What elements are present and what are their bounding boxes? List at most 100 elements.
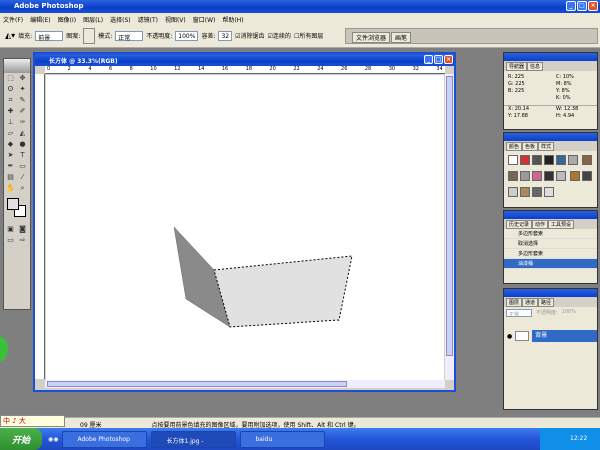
task-image[interactable]: 长方体1.jpg - bbox=[151, 430, 237, 448]
move-tool-icon[interactable]: ✥ bbox=[17, 74, 28, 84]
style-swatch[interactable] bbox=[508, 171, 518, 181]
tolerance-input[interactable]: 32 bbox=[218, 30, 233, 41]
layer-name[interactable]: 背景 bbox=[532, 330, 597, 342]
style-swatch[interactable] bbox=[520, 171, 530, 181]
vertical-scrollbar[interactable] bbox=[445, 74, 454, 380]
tab-paths[interactable]: 路径 bbox=[538, 298, 555, 307]
quick-launch-icon[interactable]: ◉◉ bbox=[48, 436, 58, 443]
tab-tool-presets[interactable]: 工具预设 bbox=[548, 220, 575, 229]
tab-styles[interactable]: 样式 bbox=[538, 142, 555, 151]
style-swatch[interactable] bbox=[556, 155, 566, 165]
all-layers-checkbox[interactable]: ☐所有图层 bbox=[294, 31, 323, 40]
fill-select[interactable]: 前景 bbox=[35, 30, 64, 42]
slice-tool-icon[interactable]: ✎ bbox=[17, 96, 28, 106]
mode-select[interactable]: 正常 bbox=[115, 30, 144, 42]
style-swatch[interactable] bbox=[556, 171, 566, 181]
layer-row[interactable]: ● 背景 bbox=[504, 329, 597, 343]
task-baidu[interactable]: baidu bbox=[240, 430, 326, 448]
tab-actions[interactable]: 动作 bbox=[532, 220, 549, 229]
tab-file-browser[interactable]: 文件浏览器 bbox=[352, 32, 391, 43]
history-item[interactable]: 取消选择 bbox=[504, 239, 597, 249]
close-button[interactable]: × bbox=[588, 1, 598, 11]
doc-close-button[interactable]: × bbox=[444, 55, 453, 64]
menu-select[interactable]: 选择(S) bbox=[110, 15, 131, 24]
dodge-tool-icon[interactable]: ● bbox=[17, 140, 28, 150]
minimize-button[interactable]: _ bbox=[566, 1, 576, 11]
style-swatch[interactable] bbox=[544, 155, 554, 165]
quickmask-mode-icon[interactable]: ◙ bbox=[17, 225, 28, 235]
pen-tool-icon[interactable]: ✒ bbox=[5, 162, 16, 172]
crop-tool-icon[interactable]: ⌗ bbox=[5, 96, 16, 106]
lasso-tool-icon[interactable]: ʘ bbox=[5, 85, 16, 95]
tab-swatches[interactable]: 色板 bbox=[522, 142, 539, 151]
menu-file[interactable]: 文件(F) bbox=[3, 15, 23, 24]
tab-channels[interactable]: 通道 bbox=[522, 298, 539, 307]
opacity-input[interactable]: 100% bbox=[175, 30, 199, 41]
menu-view[interactable]: 视图(V) bbox=[165, 15, 186, 24]
notes-tool-icon[interactable]: ▤ bbox=[5, 173, 16, 183]
style-swatch[interactable] bbox=[532, 187, 542, 197]
menu-window[interactable]: 窗口(W) bbox=[193, 15, 216, 24]
antialias-checkbox[interactable]: ☑消除锯齿 bbox=[235, 31, 264, 40]
marquee-tool-icon[interactable]: ⬚ bbox=[5, 74, 16, 84]
standard-mode-icon[interactable]: ▣ bbox=[5, 225, 16, 235]
style-swatch[interactable] bbox=[532, 171, 542, 181]
history-brush-icon[interactable]: ✑ bbox=[17, 118, 28, 128]
contiguous-checkbox[interactable]: ☑连续的 bbox=[268, 31, 291, 40]
menu-filter[interactable]: 滤镜(T) bbox=[138, 15, 158, 24]
style-swatch[interactable] bbox=[569, 171, 580, 181]
paint-bucket-icon[interactable]: ◭▾ bbox=[5, 31, 15, 40]
style-swatch[interactable] bbox=[581, 155, 592, 165]
style-swatch[interactable] bbox=[520, 155, 530, 165]
blur-tool-icon[interactable]: ◆ bbox=[5, 140, 16, 150]
layer-opacity[interactable]: 100% bbox=[562, 309, 576, 317]
ime-bar[interactable]: 中 ♪ 大 bbox=[0, 415, 65, 427]
tab-brushes[interactable]: 画笔 bbox=[391, 32, 412, 43]
menu-edit[interactable]: 编辑(E) bbox=[30, 15, 50, 24]
horizontal-scrollbar[interactable] bbox=[45, 380, 445, 388]
style-swatch[interactable] bbox=[508, 155, 518, 165]
path-select-icon[interactable]: ➤ bbox=[5, 151, 16, 161]
task-photoshop[interactable]: Adobe Photoshop bbox=[62, 430, 148, 448]
foreground-color[interactable] bbox=[7, 198, 19, 210]
menu-help[interactable]: 帮助(H) bbox=[222, 15, 243, 24]
stamp-tool-icon[interactable]: ⊥ bbox=[5, 118, 16, 128]
history-item-active[interactable]: 油漆桶 bbox=[504, 259, 597, 269]
tab-layers[interactable]: 图层 bbox=[506, 298, 523, 307]
tab-info[interactable]: 信息 bbox=[527, 62, 544, 71]
maximize-button[interactable]: □ bbox=[577, 1, 587, 11]
doc-minimize-button[interactable]: _ bbox=[424, 55, 433, 64]
jump-to-imageready-icon[interactable]: ⇨ bbox=[17, 236, 28, 246]
hand-tool-icon[interactable]: ✋ bbox=[5, 184, 16, 194]
menu-image[interactable]: 图像(I) bbox=[58, 15, 76, 24]
style-swatch[interactable] bbox=[581, 171, 592, 181]
tab-color[interactable]: 颜色 bbox=[506, 142, 523, 151]
style-swatch[interactable] bbox=[544, 187, 554, 197]
brush-tool-icon[interactable]: ✐ bbox=[17, 107, 28, 117]
style-swatch[interactable] bbox=[508, 187, 518, 197]
paint-bucket-tool-icon[interactable]: ◭ bbox=[17, 129, 28, 139]
style-swatch[interactable] bbox=[544, 171, 554, 181]
tab-history[interactable]: 历史记录 bbox=[506, 220, 533, 229]
doc-maximize-button[interactable]: □ bbox=[434, 55, 443, 64]
style-swatch[interactable] bbox=[520, 187, 530, 197]
eraser-tool-icon[interactable]: ▱ bbox=[5, 129, 16, 139]
style-swatch[interactable] bbox=[568, 155, 578, 165]
healing-brush-icon[interactable]: ✚ bbox=[5, 107, 16, 117]
magic-wand-icon[interactable]: ✦ bbox=[17, 85, 28, 95]
canvas[interactable] bbox=[46, 75, 444, 380]
shape-tool-icon[interactable]: ▭ bbox=[17, 162, 28, 172]
pattern-picker[interactable] bbox=[83, 27, 96, 44]
zoom-tool-icon[interactable]: ⌕ bbox=[17, 184, 28, 194]
history-item[interactable]: 多边形套索 bbox=[504, 249, 597, 259]
eyedropper-icon[interactable]: ⁄ bbox=[17, 173, 28, 183]
menu-layer[interactable]: 图层(L) bbox=[83, 15, 103, 24]
tab-navigator[interactable]: 导航器 bbox=[506, 62, 528, 71]
screen-mode-icon[interactable]: ▭ bbox=[5, 236, 16, 246]
blend-mode-select[interactable]: 正常 bbox=[506, 309, 532, 318]
type-tool-icon[interactable]: T bbox=[17, 151, 28, 161]
eye-icon[interactable]: ● bbox=[507, 333, 512, 340]
style-swatch[interactable] bbox=[532, 155, 542, 165]
start-button[interactable]: 开始 bbox=[0, 428, 42, 450]
history-item[interactable]: 多边形套索 bbox=[504, 229, 597, 239]
